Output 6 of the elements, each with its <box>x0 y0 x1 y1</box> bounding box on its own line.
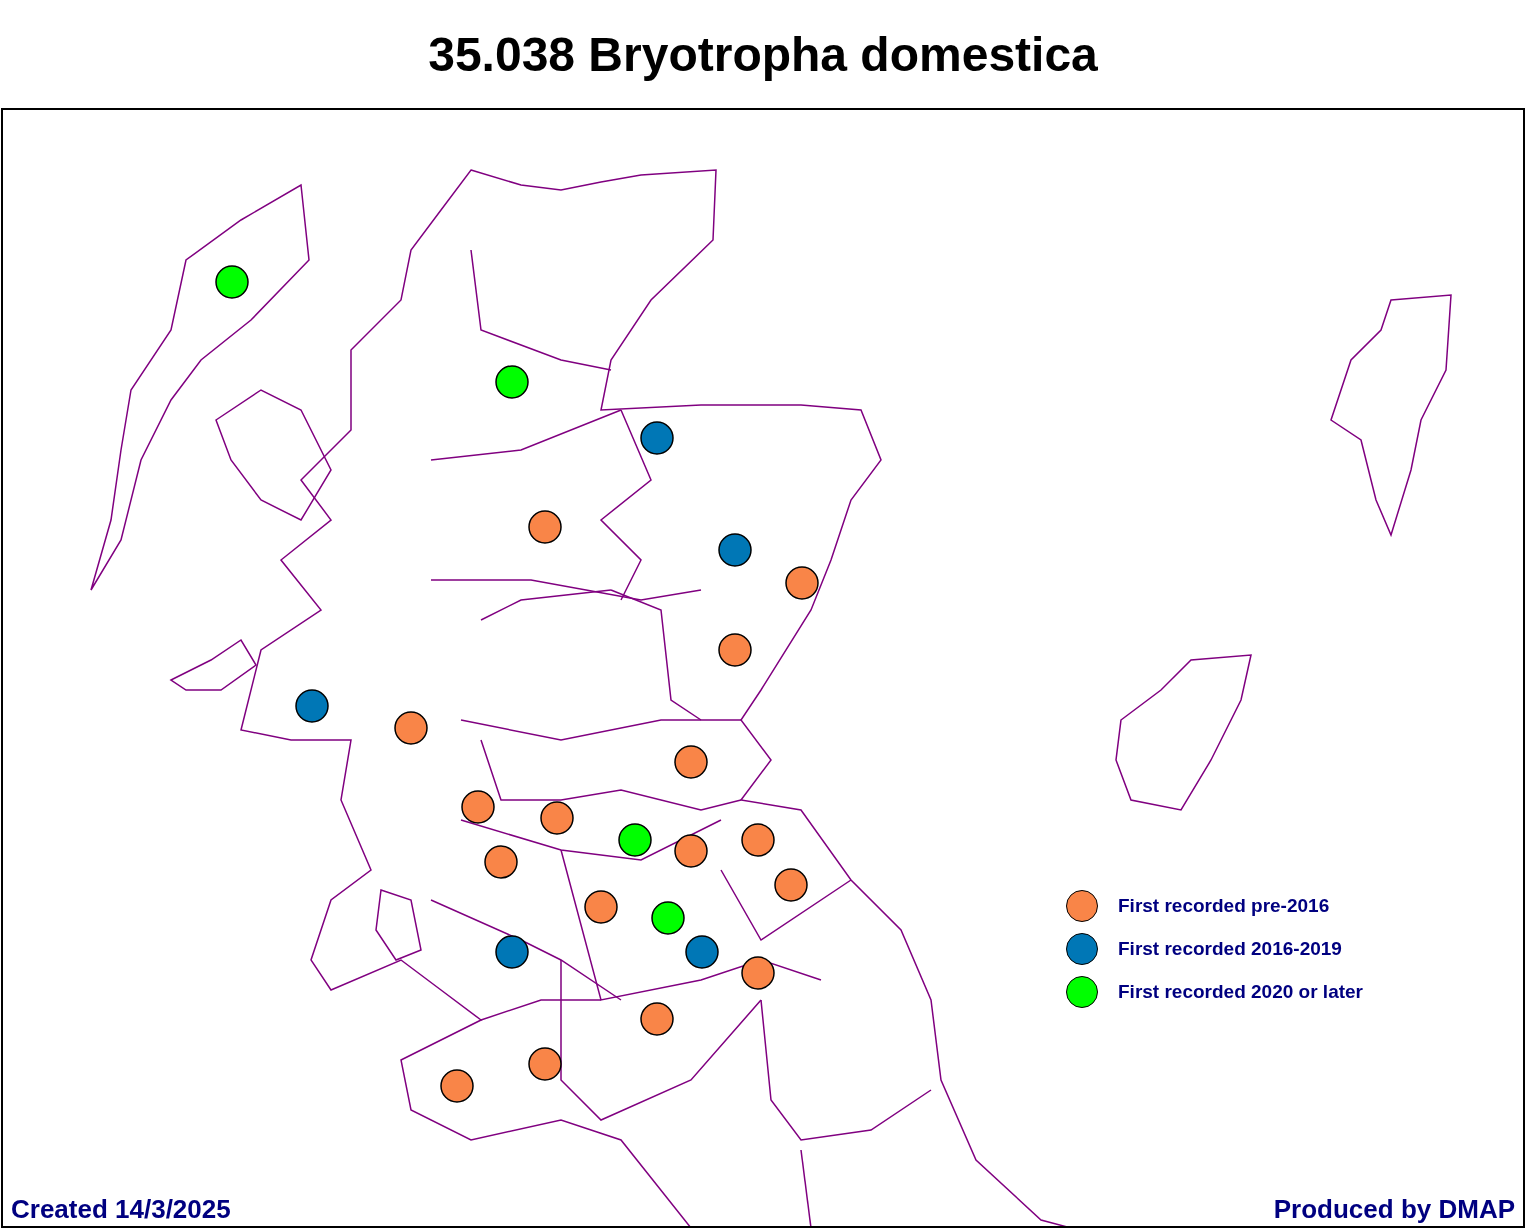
producer-credit: Produced by DMAP <box>1273 1194 1515 1224</box>
map-title: 35.038 Bryotropha domestica <box>428 26 1098 82</box>
legend-label: First recorded 2020 or later <box>1118 981 1363 1003</box>
created-date: Created 14/3/2025 <box>11 1194 231 1224</box>
legend-label: First recorded pre-2016 <box>1118 895 1330 917</box>
legend-label: First recorded 2016-2019 <box>1118 938 1342 960</box>
